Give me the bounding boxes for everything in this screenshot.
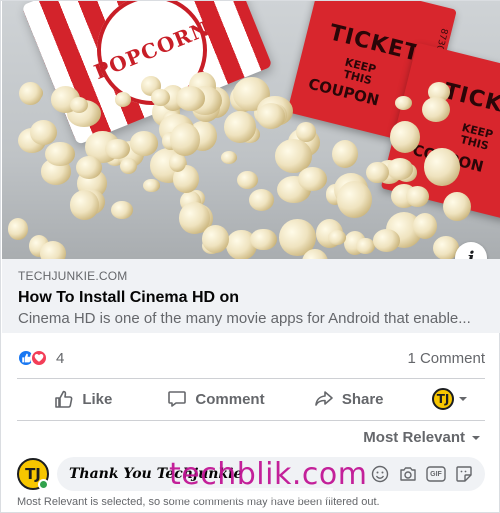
popcorn-kernel: [29, 119, 57, 146]
popcorn-kernel: [129, 131, 158, 156]
comment-count-link[interactable]: 1 Comment: [407, 350, 485, 367]
popcorn-kernel: [236, 170, 258, 190]
comment-button[interactable]: Comment: [150, 381, 283, 417]
love-reaction-icon: [30, 349, 48, 367]
action-bar: Like Comment Share TJ: [17, 381, 485, 417]
divider: [17, 378, 485, 379]
post-as-selector[interactable]: TJ: [415, 381, 485, 417]
link-description: Cinema HD is one of the many movie apps …: [18, 310, 471, 327]
popcorn-kernel: [223, 111, 256, 143]
popcorn-kernel: [337, 180, 373, 218]
like-label: Like: [82, 390, 113, 408]
popcorn-kernel: [221, 151, 238, 165]
comment-icon: [168, 391, 187, 407]
popcorn-kernel: [8, 218, 28, 240]
comment-sort-dropdown[interactable]: Most Relevant: [363, 429, 481, 446]
comment-composer: TJ Thank You Techjunkie GIF: [17, 457, 485, 491]
like-button[interactable]: Like: [17, 381, 150, 417]
popcorn-kernel: [332, 140, 359, 169]
link-preview-image[interactable]: POPCORN TICKET KEEP THIS COUPON 8730632 …: [2, 1, 500, 259]
thumbs-up-icon: [55, 390, 73, 408]
popcorn-kernel: [442, 192, 471, 222]
popcorn-kernel: [372, 228, 401, 253]
popcorn-kernel: [297, 166, 327, 191]
link-domain: TECHJUNKIE.COM: [18, 269, 128, 283]
popcorn-kernel: [44, 141, 75, 167]
gif-icon[interactable]: GIF: [425, 463, 447, 485]
share-icon: [315, 391, 333, 406]
emoji-icon[interactable]: [369, 463, 391, 485]
chevron-down-icon: [472, 435, 480, 440]
popcorn-kernel: [75, 155, 103, 179]
popcorn-kernel: [202, 225, 230, 253]
popcorn-kernel: [406, 185, 430, 207]
sort-label: Most Relevant: [363, 429, 465, 446]
link-preview-text[interactable]: TECHJUNKIE.COM How To Install Cinema HD …: [2, 259, 500, 333]
popcorn-kernel: [424, 147, 460, 187]
popcorn-kernel: [40, 241, 66, 259]
comment-input[interactable]: Thank You Techjunkie GIF: [57, 457, 485, 491]
popcorn-kernel: [151, 88, 170, 106]
popcorn-kernel: [389, 121, 421, 154]
popcorn-kernel: [421, 96, 450, 122]
camera-icon[interactable]: [397, 463, 419, 485]
popcorn-kernel: [143, 178, 160, 193]
sticker-icon[interactable]: [453, 463, 475, 485]
popcorn-kernel: [250, 228, 277, 251]
comment-label: Comment: [195, 390, 265, 408]
popcorn-kernel: [19, 81, 43, 106]
online-status-dot: [38, 479, 49, 490]
popcorn-kernel: [114, 92, 132, 107]
reaction-count[interactable]: 4: [56, 350, 64, 367]
post-card: POPCORN TICKET KEEP THIS COUPON 8730632 …: [0, 0, 500, 513]
reaction-summary[interactable]: 4 1 Comment: [17, 346, 485, 370]
share-label: Share: [341, 390, 384, 408]
popcorn-pile: [2, 41, 472, 259]
link-headline[interactable]: How To Install Cinema HD on: [18, 289, 484, 307]
avatar[interactable]: TJ: [17, 458, 49, 490]
popcorn-kernel: [111, 201, 133, 220]
filter-notice: Most Relevant is selected, so some comme…: [17, 496, 380, 508]
popcorn-kernel: [70, 190, 100, 220]
popcorn-kernel: [170, 123, 200, 156]
popcorn-kernel: [412, 212, 438, 240]
divider: [17, 420, 485, 421]
popcorn-kernel: [119, 157, 138, 175]
popcorn-kernel: [394, 95, 413, 111]
popcorn-kernel: [249, 188, 275, 211]
popcorn-kernel: [356, 237, 375, 255]
chevron-down-icon: [459, 397, 468, 401]
share-button[interactable]: Share: [282, 381, 415, 417]
popcorn-kernel: [70, 96, 89, 113]
popcorn-kernel: [387, 158, 413, 180]
popcorn-kernel: [256, 102, 285, 129]
avatar: TJ: [432, 388, 455, 410]
comment-input-value: Thank You Techjunkie: [69, 466, 243, 482]
